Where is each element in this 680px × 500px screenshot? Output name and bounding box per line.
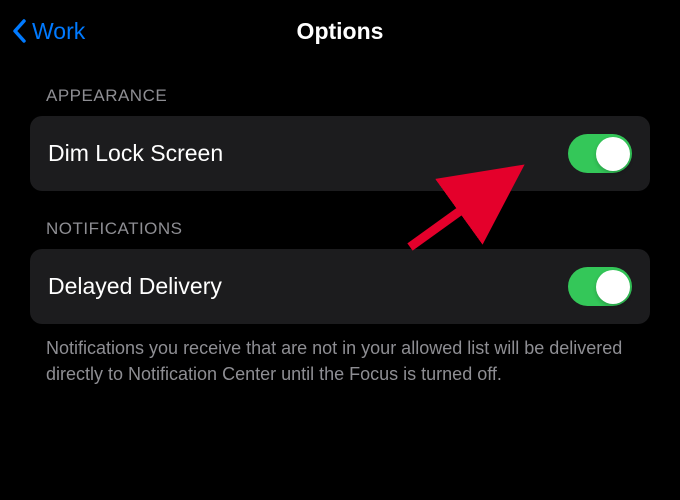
dim-lock-screen-cell: Dim Lock Screen [30,116,650,191]
content-area: APPEARANCE Dim Lock Screen NOTIFICATIONS… [0,86,680,387]
page-title: Options [297,18,384,45]
notifications-footer-text: Notifications you receive that are not i… [46,336,640,387]
appearance-section-header: APPEARANCE [46,86,650,106]
toggle-knob-icon [596,137,630,171]
dim-lock-screen-label: Dim Lock Screen [48,140,223,167]
delayed-delivery-label: Delayed Delivery [48,273,222,300]
back-label: Work [32,18,85,45]
delayed-delivery-cell: Delayed Delivery [30,249,650,324]
dim-lock-screen-toggle[interactable] [568,134,632,173]
chevron-left-icon [12,19,26,43]
notifications-section-header: NOTIFICATIONS [46,219,650,239]
toggle-knob-icon [596,270,630,304]
navigation-bar: Work Options [0,0,680,58]
delayed-delivery-toggle[interactable] [568,267,632,306]
back-button[interactable]: Work [12,18,85,45]
